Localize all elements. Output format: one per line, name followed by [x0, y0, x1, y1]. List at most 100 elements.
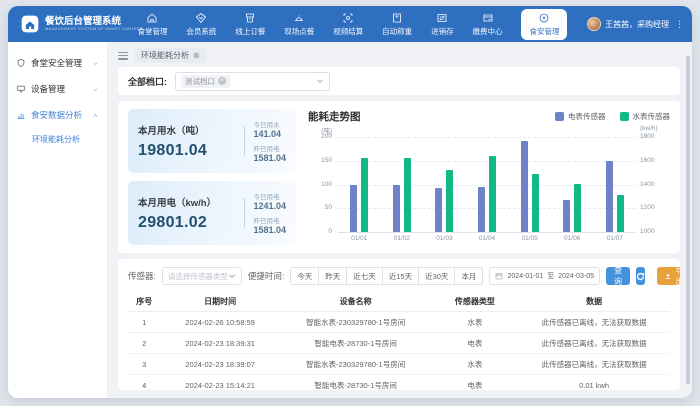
records-panel: 传感器: 请选择传感器类型 便捷时间: 今天昨天近七天近15天近30天本月 20…	[118, 259, 680, 390]
table-row[interactable]: 22024-02-23 18:39:31智能电表-28730-1号房间电表此传感…	[128, 333, 670, 354]
electric-stat-title: 本月用电（kw/h）	[138, 195, 236, 209]
sidebar-collapse-icon[interactable]	[118, 52, 128, 60]
date-end: 2024-03-05	[558, 273, 594, 280]
nav-item-label: 缴费中心	[473, 26, 503, 37]
bar-group-01/04	[466, 137, 509, 232]
device-icon	[16, 84, 26, 94]
chevron-up-icon	[92, 112, 99, 119]
right-axis-tick: 1400	[640, 181, 654, 188]
table-cell: 4	[128, 376, 161, 390]
onsite-order-icon	[293, 12, 305, 24]
vertical-scrollbar[interactable]	[686, 56, 690, 384]
chart-left-axis: (吨) 050100150200	[308, 137, 338, 232]
export-button[interactable]: 导出	[657, 267, 680, 285]
nav-item-label: 进销存	[431, 26, 454, 37]
nav-item-food-safety-active[interactable]: 食安管理	[521, 9, 567, 40]
quick-time-button-近七天[interactable]: 近七天	[347, 267, 383, 285]
nav-item-7[interactable]: 进销存	[431, 12, 454, 37]
chart-x-axis: 01/0101/0201/0301/0401/0501/0601/07	[338, 235, 636, 245]
legend-item-水表传感器[interactable]: 水表传感器	[620, 111, 671, 122]
chevron-down-icon	[228, 272, 236, 280]
legend-item-电表传感器[interactable]: 电表传感器	[555, 111, 606, 122]
quick-time-button-今天[interactable]: 今天	[290, 267, 319, 285]
left-axis-tick: 0	[328, 228, 332, 235]
quick-time-label: 便捷时间:	[248, 270, 284, 282]
quick-time-button-昨天[interactable]: 昨天	[319, 267, 347, 285]
table-header-cell: 传感器类型	[432, 291, 519, 311]
bar-group-01/07	[593, 137, 636, 232]
table-header-cell: 日期时间	[161, 291, 280, 311]
payment-center-icon	[482, 12, 494, 24]
date-range-picker[interactable]: 2024-01-01 至 2024-03-05	[489, 267, 600, 285]
stall-select[interactable]: 测试档口 ×	[175, 72, 330, 91]
top-header: 餐饮后台管理系统 MANAGEMENT SYSTEM OF SMART CANT…	[8, 6, 692, 42]
table-row[interactable]: 42024-02-23 15:14:21智能电表-28730-1号房间电表0.0…	[128, 375, 670, 390]
right-axis-tick: 1800	[640, 133, 654, 140]
refresh-button[interactable]	[636, 267, 645, 285]
table-header-row: 序号日期时间设备名称传感器类型数据	[128, 291, 670, 312]
sidebar-item-3[interactable]: 食安数据分析	[8, 102, 107, 128]
left-axis-tick: 100	[321, 181, 332, 188]
bar-水表传感器-01/03	[446, 170, 453, 232]
sidebar-subitem-环境能耗分析[interactable]: 环境能耗分析	[8, 128, 107, 150]
canteen-home-icon	[146, 12, 158, 24]
chart-plot-area	[338, 137, 636, 232]
chart-right-axis: (kw/h) 10001200140016001800	[636, 137, 670, 232]
stall-tag-label: 测试档口	[185, 76, 215, 87]
bar-水表传感器-01/01	[361, 158, 368, 232]
bar-group-01/06	[551, 137, 594, 232]
nav-item-5[interactable]: 视频结算	[333, 12, 363, 37]
shield-icon	[16, 58, 26, 68]
stall-tag-remove-icon[interactable]: ×	[218, 77, 226, 85]
date-separator: 至	[547, 271, 554, 281]
stall-filter-label: 全部档口:	[128, 75, 167, 88]
table-cell: 0.01 kwh	[518, 376, 670, 390]
table-header-cell: 数据	[518, 291, 670, 311]
right-axis-tick: 1200	[640, 204, 654, 211]
sensor-select-placeholder: 请选择传感器类型	[168, 271, 228, 282]
bar-水表传感器-01/06	[574, 184, 581, 232]
nav-item-8[interactable]: 缴费中心	[473, 12, 503, 37]
app-subtitle: MANAGEMENT SYSTEM OF SMART CANTEEN	[45, 27, 143, 31]
quick-time-button-本月[interactable]: 本月	[455, 267, 483, 285]
sidebar-item-1[interactable]: 食堂安全管理	[8, 50, 107, 76]
stall-filter-bar: 全部档口: 测试档口 ×	[118, 67, 680, 95]
nav-item-4[interactable]: 现场点餐	[284, 12, 314, 37]
left-axis-tick: 150	[321, 157, 332, 164]
table-row[interactable]: 32024-02-23 18:39:07智能水表-230329780-1号房间水…	[128, 354, 670, 375]
auto-weigh-icon	[391, 12, 403, 24]
nav-item-1[interactable]: 食堂管理	[137, 12, 167, 37]
overview-panel: 本月用水（吨） 19801.04 今日用水 141.04 昨日用电 1581	[118, 101, 680, 253]
inventory-icon	[436, 12, 448, 24]
table-cell: 智能水表-230329780-1号房间	[280, 354, 432, 374]
sensor-type-select[interactable]: 请选择传感器类型	[162, 267, 242, 285]
table-row[interactable]: 12024-02-26 10:58:59智能水表-230329780-1号房间水…	[128, 312, 670, 333]
avatar[interactable]	[587, 17, 601, 31]
nav-item-6[interactable]: 自动称重	[382, 12, 412, 37]
tab-close-icon[interactable]: ⊗	[193, 51, 200, 60]
sensor-filter-label: 传感器:	[128, 270, 156, 282]
sidebar-item-2[interactable]: 设备管理	[8, 76, 107, 102]
video-settlement-icon	[342, 12, 354, 24]
nav-item-2[interactable]: 会员系统	[186, 12, 216, 37]
bar-group-01/02	[381, 137, 424, 232]
table-cell: 2024-02-23 15:14:21	[161, 376, 280, 390]
water-stat-value: 19801.04	[138, 142, 236, 160]
nav-item-label: 食安管理	[529, 26, 559, 37]
user-menu[interactable]: 王茜茜，采购经理 ⋮	[587, 17, 684, 31]
calendar-icon	[495, 272, 503, 280]
quick-time-button-近30天[interactable]: 近30天	[419, 267, 455, 285]
left-axis-tick: 200	[321, 133, 332, 140]
main-content: 环境能耗分析 ⊗ 全部档口: 测试档口 ×	[108, 42, 692, 398]
sidebar-item-label: 食安数据分析	[31, 109, 82, 121]
user-name: 王茜茜，采购经理	[605, 19, 669, 30]
table-cell: 2	[128, 334, 161, 352]
nav-item-3[interactable]: 线上订餐	[235, 12, 265, 37]
water-stat-card: 本月用水（吨） 19801.04 今日用水 141.04 昨日用电 1581	[128, 109, 296, 173]
bar-电表传感器-01/05	[521, 141, 528, 232]
table-cell: 智能电表-28730-1号房间	[280, 333, 432, 353]
open-tab-chip[interactable]: 环境能耗分析 ⊗	[135, 48, 206, 63]
more-menu-icon[interactable]: ⋮	[675, 19, 684, 30]
search-button[interactable]: 查询	[606, 267, 630, 285]
quick-time-button-近15天[interactable]: 近15天	[383, 267, 419, 285]
